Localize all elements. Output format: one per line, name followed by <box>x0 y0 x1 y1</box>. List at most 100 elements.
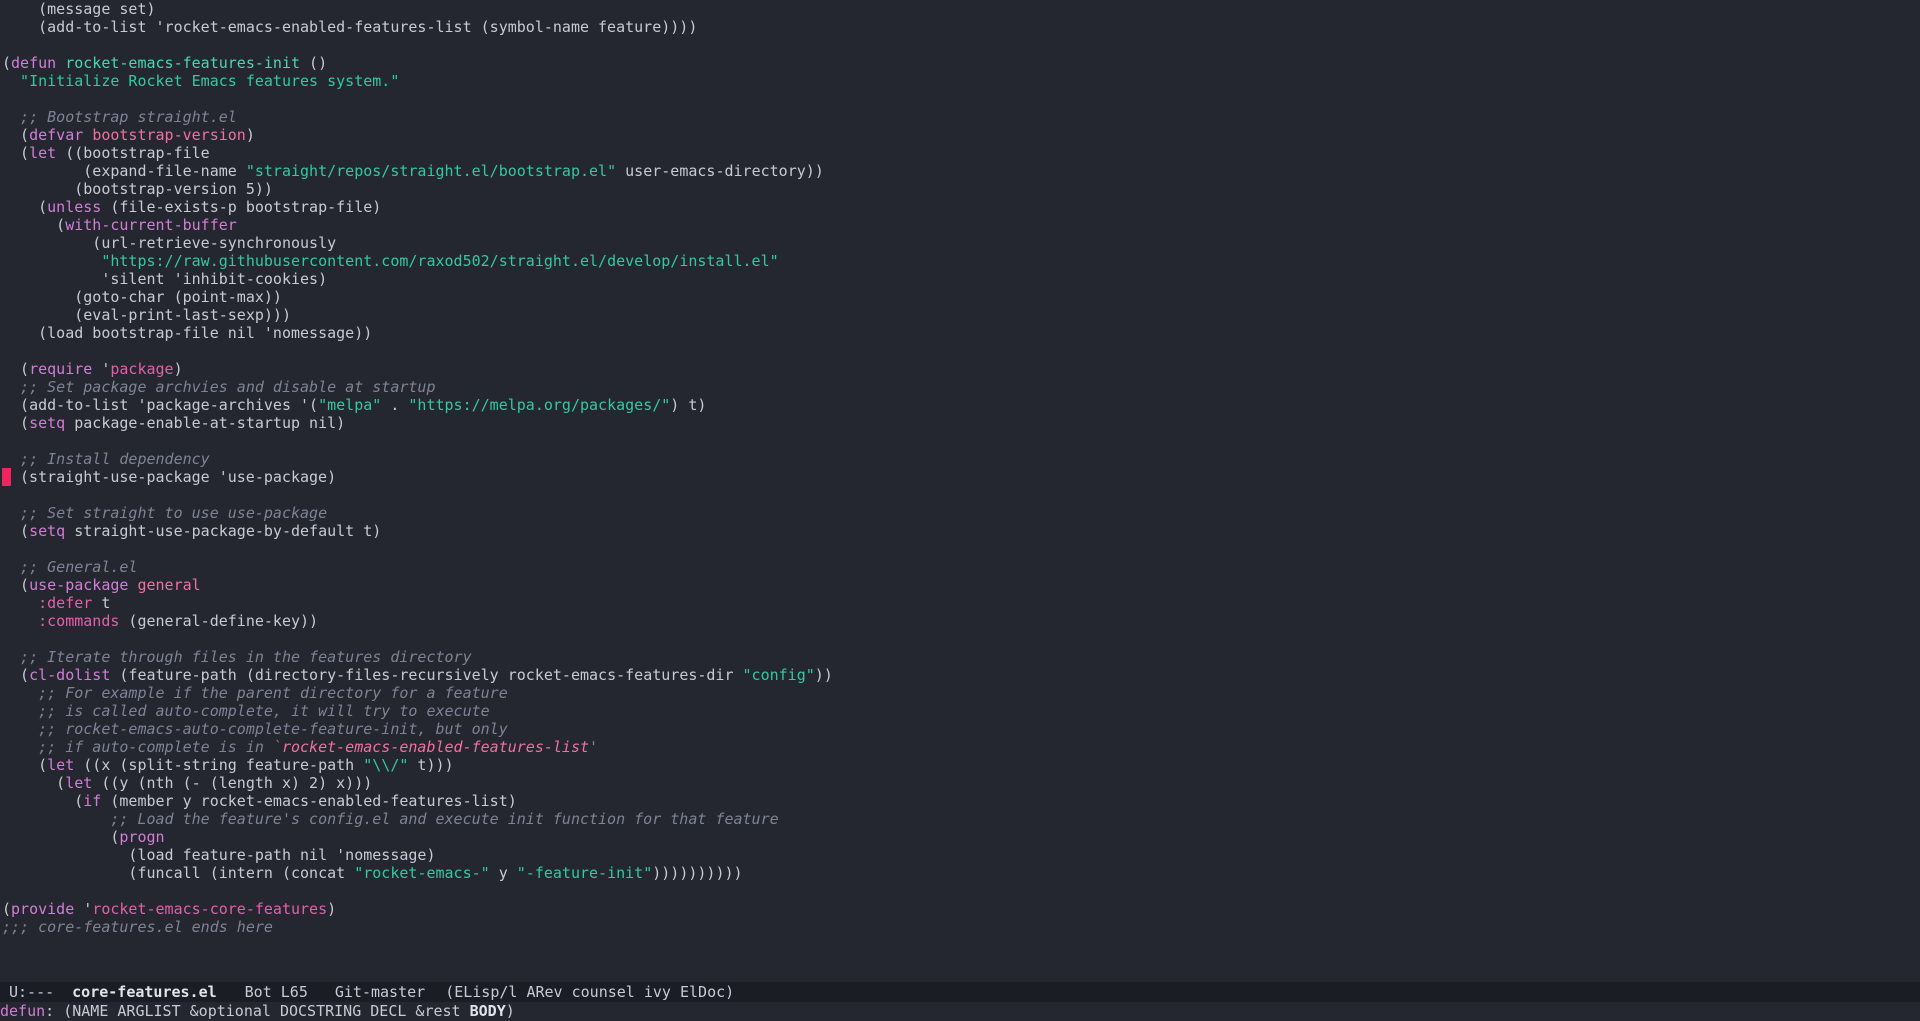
code-line[interactable]: (expand-file-name "straight/repos/straig… <box>2 162 824 180</box>
buffer-name[interactable]: core-features.el <box>72 982 217 1002</box>
code-token: bootstrap-version <box>92 126 246 144</box>
code-line[interactable]: (funcall (intern (concat "rocket-emacs-"… <box>2 864 743 882</box>
code-token: rocket-emacs-core-features <box>92 900 328 918</box>
code-token: (add-to-list 'package-archives '( <box>2 396 319 414</box>
code-token: ( <box>2 216 66 234</box>
code-line[interactable]: ;; Load the feature's config.el and exec… <box>2 810 778 828</box>
echo-area: defun: (NAME ARGLIST &optional DOCSTRING… <box>0 1002 1920 1021</box>
code-token: require <box>29 360 93 378</box>
code-token: :commands <box>38 612 120 630</box>
code-token: )))))))))) <box>652 864 743 882</box>
code-token: package-enable-at-startup nil) <box>65 414 346 432</box>
active-modes[interactable]: (ELisp/l ARev counsel ivy ElDoc) <box>445 982 734 1002</box>
code-line[interactable]: (add-to-list 'rocket-emacs-enabled-featu… <box>2 18 697 36</box>
code-line[interactable]: (let ((x (split-string feature-path "\\/… <box>2 756 453 774</box>
code-line[interactable]: (if (member y rocket-emacs-enabled-featu… <box>2 792 517 810</box>
code-line[interactable]: (defvar bootstrap-version) <box>2 126 255 144</box>
code-token: (message set) <box>2 0 156 18</box>
code-line[interactable]: (add-to-list 'package-archives '("melpa"… <box>2 396 706 414</box>
code-line[interactable]: "Initialize Rocket Emacs features system… <box>2 72 399 90</box>
code-token: )) <box>814 666 833 684</box>
code-line[interactable]: ;; Set straight to use use-package <box>2 504 327 522</box>
code-line[interactable]: (defun rocket-emacs-features-init () <box>2 54 327 72</box>
mode-line: U:--- core-features.el Bot L65 Git-maste… <box>0 982 1920 1002</box>
code-line[interactable]: (let ((bootstrap-file <box>2 144 210 162</box>
code-line[interactable]: (with-current-buffer <box>2 216 237 234</box>
code-line[interactable]: "https://raw.githubusercontent.com/raxod… <box>2 252 778 270</box>
code-token: progn <box>119 828 165 846</box>
code-token: ( <box>2 756 48 774</box>
code-line[interactable]: (unless (file-exists-p bootstrap-file) <box>2 198 381 216</box>
code-token: (member y rocket-emacs-enabled-features-… <box>101 792 517 810</box>
code-token: . <box>381 396 409 414</box>
code-line[interactable]: (require 'package) <box>2 360 183 378</box>
code-token: user-emacs-directory)) <box>616 162 824 180</box>
code-line[interactable]: (eval-print-last-sexp))) <box>2 306 291 324</box>
code-line[interactable]: (cl-dolist (feature-path (directory-file… <box>2 666 833 684</box>
editor-buffer[interactable]: (message set) (add-to-list 'rocket-emacs… <box>0 0 1920 982</box>
code-line[interactable]: (let ((y (nth (- (length x) 2) x))) <box>2 774 372 792</box>
code-token: general <box>137 576 201 594</box>
code-token: (bootstrap-version 5)) <box>2 180 273 198</box>
code-token: ( <box>2 126 30 144</box>
code-token: ;;; core-features.el ends here <box>2 918 273 936</box>
code-line[interactable]: ;; General.el <box>2 558 137 576</box>
code-line[interactable]: ;; Bootstrap straight.el <box>2 108 237 126</box>
code-token: :defer <box>38 594 93 612</box>
code-line[interactable]: (load feature-path nil 'nomessage) <box>2 846 435 864</box>
code-token: rocket-emacs-enabled-features-list <box>281 738 590 756</box>
code-token: "\\/" <box>363 756 409 774</box>
code-line[interactable]: :commands (general-define-key)) <box>2 612 318 630</box>
vc-branch[interactable]: Git-master <box>335 982 425 1002</box>
code-token: "Initialize Rocket Emacs features system… <box>2 72 400 90</box>
code-line[interactable]: (bootstrap-version 5)) <box>2 180 273 198</box>
code-token: ( <box>2 828 120 846</box>
code-token: (general-define-key)) <box>119 612 319 630</box>
code-token: ( <box>2 792 84 810</box>
code-token: cl-dolist <box>29 666 111 684</box>
code-token: (goto-char (point-max)) <box>2 288 282 306</box>
code-token: ;; Install dependency <box>2 450 210 468</box>
code-line[interactable]: :defer t <box>2 594 110 612</box>
code-line[interactable]: ;; Install dependency <box>2 450 210 468</box>
code-line[interactable]: (use-package general <box>2 576 201 594</box>
code-token: ((x (split-string feature-path <box>74 756 364 774</box>
code-line[interactable]: ;; For example if the parent directory f… <box>2 684 508 702</box>
code-line[interactable]: (load bootstrap-file nil 'nomessage)) <box>2 324 372 342</box>
code-line[interactable]: ;; if auto-complete is in `rocket-emacs-… <box>2 738 598 756</box>
code-line[interactable]: (progn <box>2 828 165 846</box>
code-line[interactable]: ;; is called auto-complete, it will try … <box>2 702 490 720</box>
code-line[interactable]: ;;; core-features.el ends here <box>2 918 273 936</box>
code-token: ) <box>245 126 255 144</box>
code-line[interactable]: (setq package-enable-at-startup nil) <box>2 414 345 432</box>
code-token: let <box>47 756 75 774</box>
code-line[interactable]: ;; rocket-emacs-auto-complete-feature-in… <box>2 720 508 738</box>
code-token: ;; Bootstrap straight.el <box>2 108 237 126</box>
code-line[interactable]: 'silent 'inhibit-cookies) <box>2 270 327 288</box>
code-token: ;; if auto-complete is in ` <box>2 738 282 756</box>
code-token: ' <box>74 900 93 918</box>
code-line[interactable]: (setq straight-use-package-by-default t) <box>2 522 381 540</box>
code-token: y <box>489 864 517 882</box>
code-line[interactable]: ;; Iterate through files in the features… <box>2 648 472 666</box>
code-token: setq <box>29 414 66 432</box>
code-line[interactable]: (message set) <box>2 0 156 18</box>
code-token: ;; For example if the parent directory f… <box>2 684 508 702</box>
code-token: "melpa" <box>318 396 382 414</box>
code-line[interactable]: (url-retrieve-synchronously <box>2 234 336 252</box>
code-token: (load bootstrap-file nil 'nomessage)) <box>2 324 373 342</box>
code-token: (eval-print-last-sexp))) <box>2 306 291 324</box>
code-token: ( <box>2 360 30 378</box>
code-line[interactable]: (goto-char (point-max)) <box>2 288 282 306</box>
code-token: with-current-buffer <box>65 216 237 234</box>
code-token: ' <box>589 738 599 756</box>
code-line[interactable]: (straight-use-package 'use-package) <box>2 468 336 486</box>
code-token: ( <box>2 198 48 216</box>
code-token: ) <box>327 900 337 918</box>
code-line[interactable]: ;; Set package archvies and disable at s… <box>2 378 435 396</box>
code-token: (funcall (intern (concat <box>2 864 355 882</box>
code-line[interactable]: (provide 'rocket-emacs-core-features) <box>2 900 336 918</box>
code-token: ;; is called auto-complete, it will try … <box>2 702 490 720</box>
code-token: () <box>300 54 328 72</box>
